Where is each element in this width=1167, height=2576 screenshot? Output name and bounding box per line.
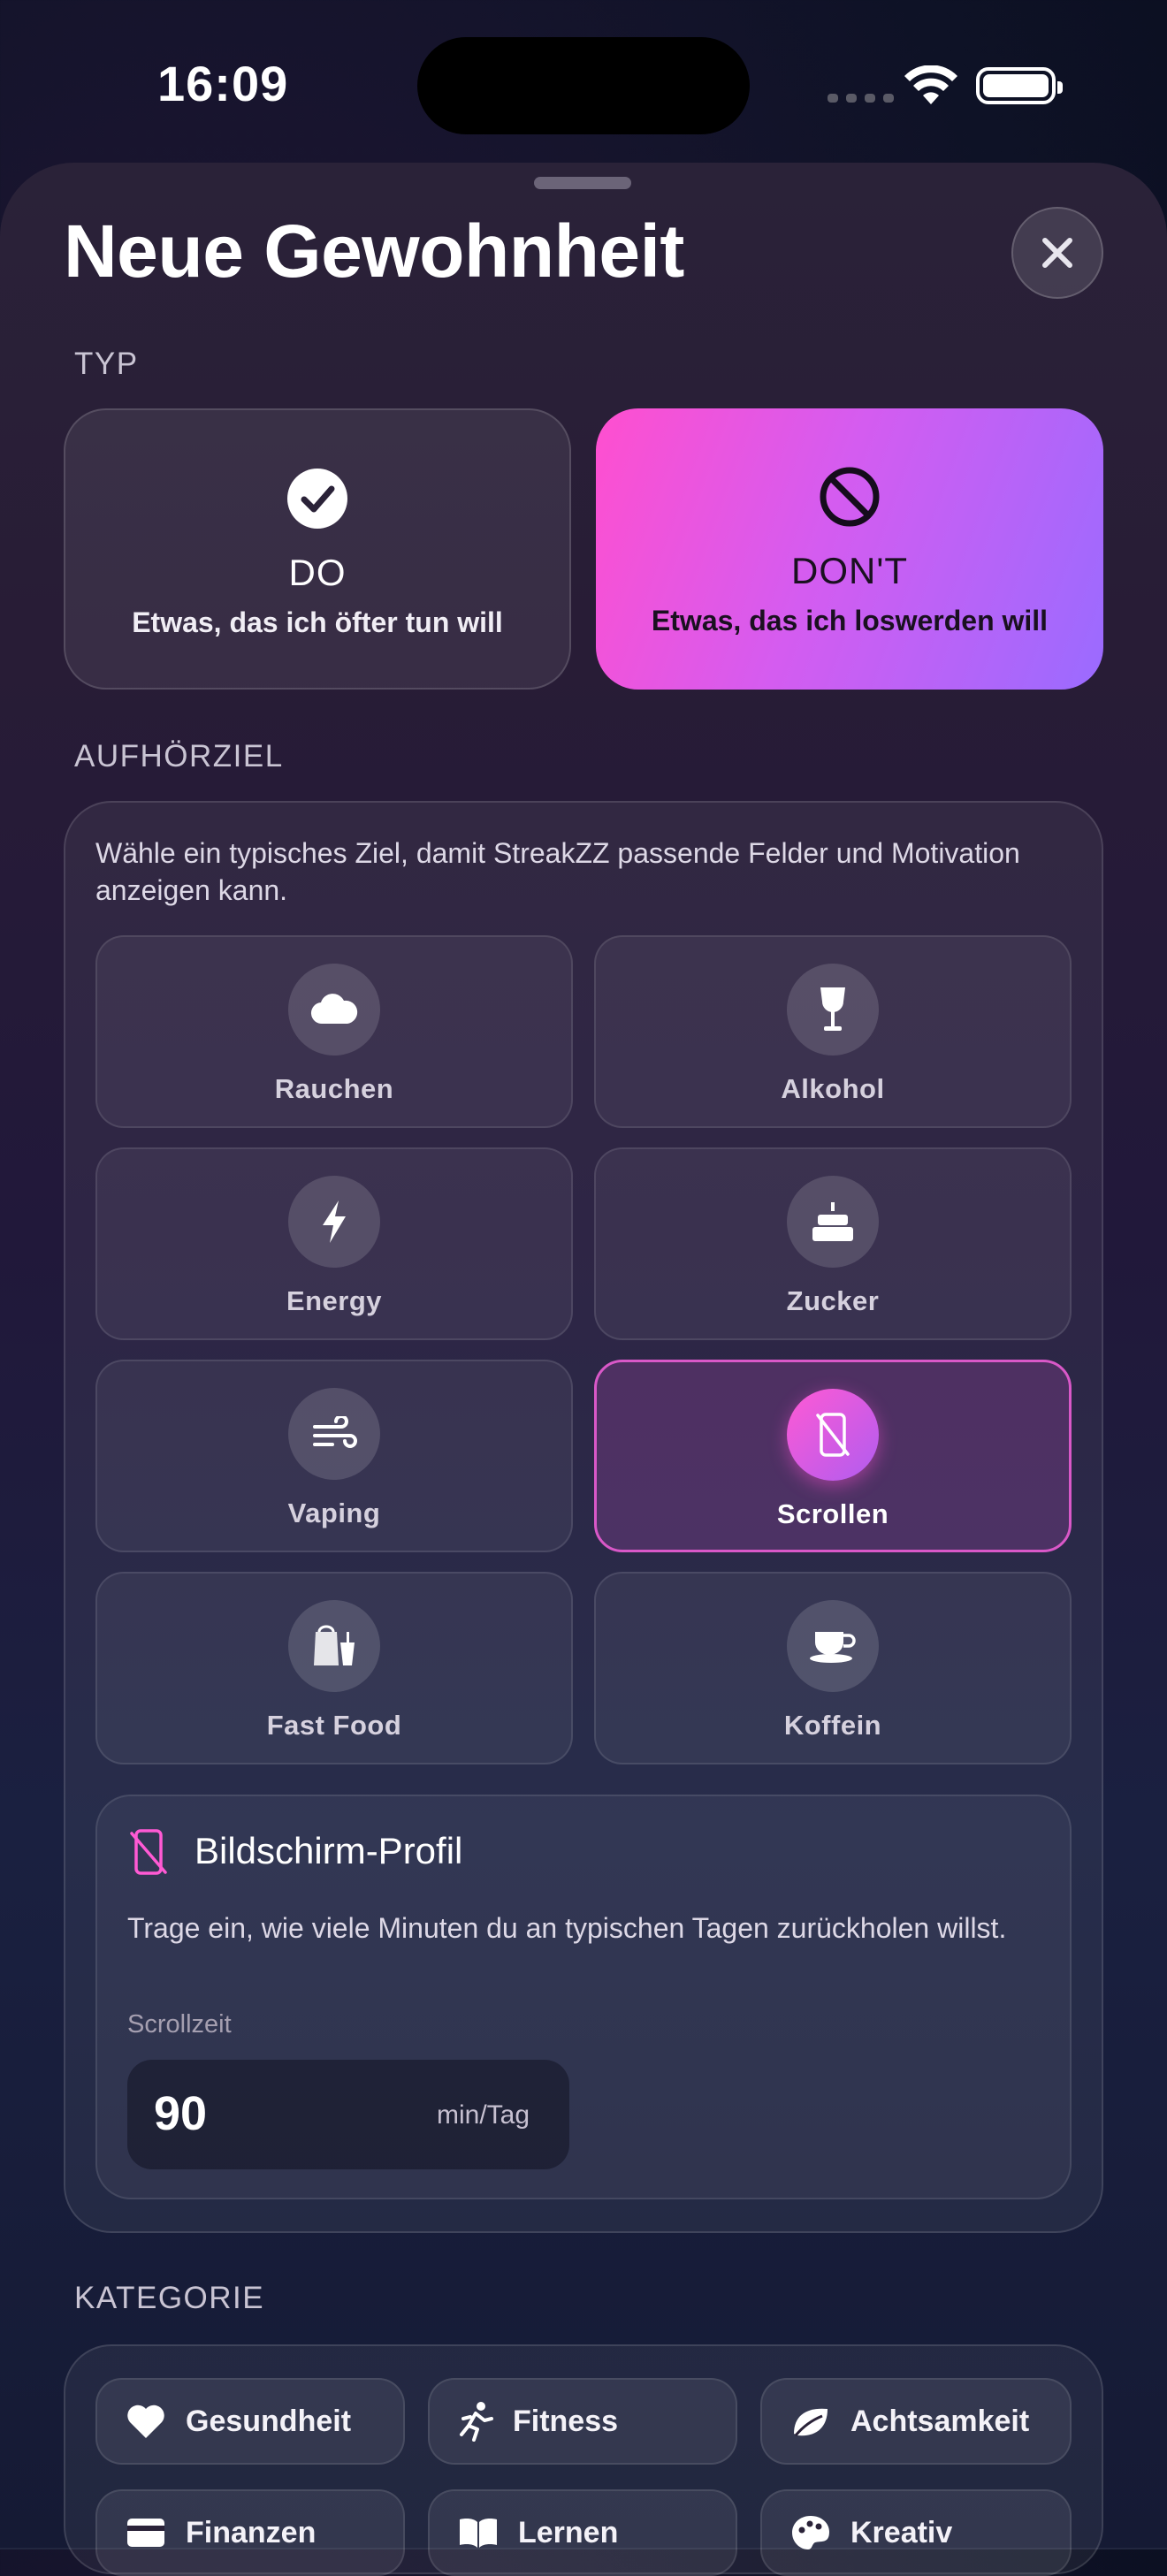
scroll-time-value[interactable]: 90 xyxy=(154,2086,207,2141)
goal-option-koffein[interactable]: Koffein xyxy=(594,1572,1072,1764)
smoke-icon xyxy=(288,964,380,1056)
category-chip-achtsamkeit[interactable]: Achtsamkeit xyxy=(760,2378,1072,2465)
sheet-grabber[interactable] xyxy=(534,177,631,189)
wind-icon xyxy=(288,1388,380,1480)
goal-option-alkohol[interactable]: Alkohol xyxy=(594,935,1072,1128)
goal-label: Energy xyxy=(286,1285,383,1316)
goal-option-scrollen[interactable]: Scrollen xyxy=(594,1360,1072,1552)
bolt-icon xyxy=(288,1176,380,1268)
close-button[interactable] xyxy=(1011,207,1103,299)
goal-option-zucker[interactable]: Zucker xyxy=(594,1147,1072,1340)
goal-label: Scrollen xyxy=(776,1498,889,1529)
leaf-icon xyxy=(794,2408,828,2436)
goal-label: Vaping xyxy=(287,1498,381,1528)
profile-title: Bildschirm-Profil xyxy=(194,1830,463,1871)
heart-icon xyxy=(127,2405,164,2438)
profile-description: Trage ein, wie viele Minuten du an typis… xyxy=(127,1912,1007,1944)
category-chip-label: Fitness xyxy=(513,2404,619,2438)
wine-glass-icon xyxy=(787,964,879,1056)
goal-label: Fast Food xyxy=(266,1710,402,1741)
phone-slash-icon xyxy=(130,1829,167,1875)
cellular-signal-icon xyxy=(828,94,894,103)
checkmark-circle-icon xyxy=(287,469,347,529)
category-chip-lernen[interactable]: Lernen xyxy=(428,2489,737,2576)
type-do-subtitle: Etwas, das ich öfter tun will xyxy=(132,606,503,638)
goal-option-energy[interactable]: Energy xyxy=(95,1147,573,1340)
type-do-title: DO xyxy=(288,552,347,593)
book-icon xyxy=(460,2519,497,2548)
type-dont-card[interactable]: DON'T Etwas, das ich loswerden will xyxy=(596,408,1103,690)
scroll-time-unit: min/Tag xyxy=(437,2100,530,2130)
prohibited-icon xyxy=(820,467,880,527)
takeout-icon xyxy=(288,1600,380,1692)
goal-label: Alkohol xyxy=(781,1073,885,1104)
goal-option-rauchen[interactable]: Rauchen xyxy=(95,935,573,1128)
status-time: 16:09 xyxy=(157,56,289,111)
phone-slash-icon xyxy=(787,1389,879,1481)
cake-icon xyxy=(787,1176,879,1268)
battery-icon xyxy=(976,67,1063,104)
page-title: Neue Gewohnheit xyxy=(64,210,684,293)
goal-label: Koffein xyxy=(783,1710,882,1741)
goal-option-fast-food[interactable]: Fast Food xyxy=(95,1572,573,1764)
type-section-label: TYP xyxy=(74,347,139,381)
card-icon xyxy=(127,2519,164,2547)
close-icon xyxy=(1042,238,1072,268)
category-chip-fitness[interactable]: Fitness xyxy=(428,2378,737,2465)
category-chip-label: Lernen xyxy=(518,2515,619,2549)
goal-description: Wähle ein typisches Ziel, damit StreakZZ… xyxy=(95,837,1020,906)
type-do-card[interactable]: DO Etwas, das ich öfter tun will xyxy=(64,408,571,690)
category-chip-gesundheit[interactable]: Gesundheit xyxy=(95,2378,405,2465)
dynamic-island xyxy=(417,37,750,134)
palette-icon xyxy=(792,2516,829,2549)
category-chip-label: Finanzen xyxy=(186,2515,317,2549)
runner-icon xyxy=(460,2402,493,2442)
type-dont-title: DON'T xyxy=(790,550,908,591)
goal-label: Zucker xyxy=(786,1285,880,1316)
category-chip-label: Achtsamkeit xyxy=(850,2404,1030,2438)
category-section-label: KATEGORIE xyxy=(74,2281,265,2315)
goal-option-vaping[interactable]: Vaping xyxy=(95,1360,573,1552)
category-chip-finanzen[interactable]: Finanzen xyxy=(95,2489,405,2576)
coffee-cup-icon xyxy=(787,1600,879,1692)
category-chip-kreativ[interactable]: Kreativ xyxy=(760,2489,1072,2576)
wifi-icon xyxy=(904,65,957,104)
category-chip-label: Gesundheit xyxy=(186,2404,352,2438)
scroll-time-label: Scrollzeit xyxy=(127,2010,232,2039)
goal-label: Rauchen xyxy=(274,1073,394,1104)
category-chip-label: Kreativ xyxy=(850,2515,953,2549)
type-dont-subtitle: Etwas, das ich loswerden will xyxy=(651,605,1049,636)
goal-section-label: AUFHÖRZIEL xyxy=(74,739,284,774)
